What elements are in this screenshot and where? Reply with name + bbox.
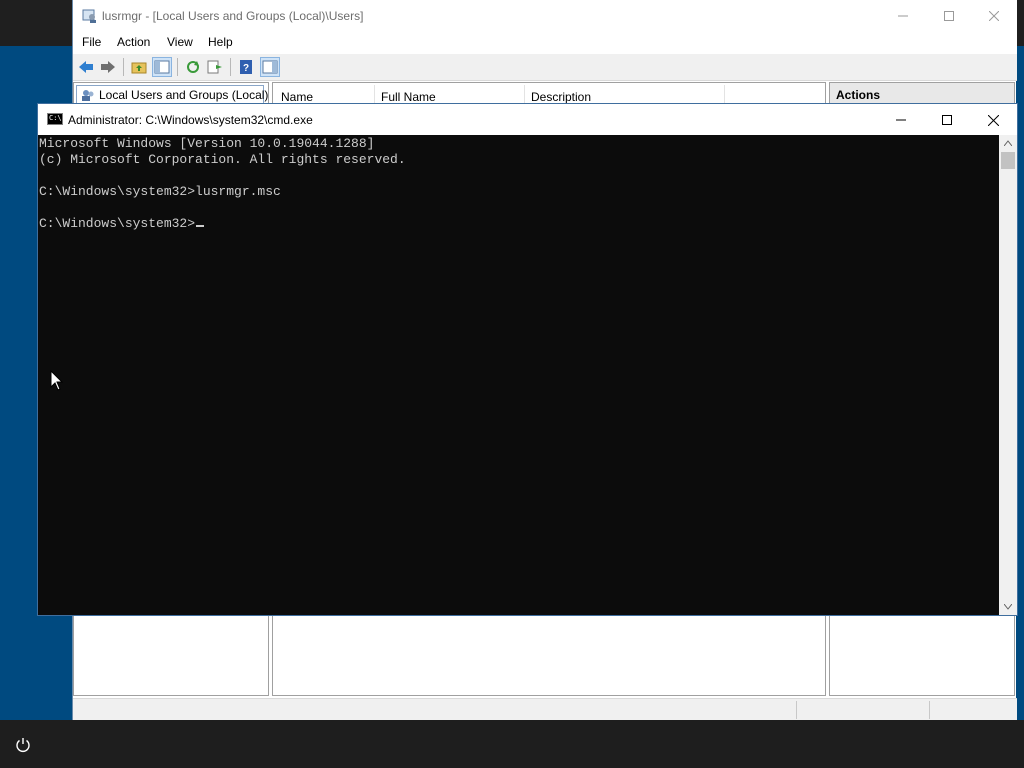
console-prompt: C:\Windows\system32>: [39, 216, 196, 231]
menu-view[interactable]: View: [167, 35, 193, 49]
toolbar-separator: [177, 58, 178, 76]
cmd-maximize-button[interactable]: [924, 104, 970, 136]
mouse-pointer-icon: [50, 370, 64, 391]
console-output[interactable]: Microsoft Windows [Version 10.0.19044.12…: [38, 135, 999, 615]
maximize-icon: [944, 11, 954, 21]
menu-file[interactable]: File: [82, 35, 101, 49]
minimize-icon: [896, 119, 906, 121]
console-line: C:\Windows\system32>lusrmgr.msc: [39, 184, 281, 199]
desktop-background-right: [1016, 0, 1024, 46]
cmd-app-icon: C:\: [47, 113, 63, 125]
text-cursor: [196, 225, 205, 227]
cmd-close-button[interactable]: [970, 104, 1016, 136]
users-folder-icon: [82, 90, 94, 101]
cmd-window-title: Administrator: C:\Windows\system32\cmd.e…: [68, 113, 313, 127]
console-line: Microsoft Windows [Version 10.0.19044.12…: [39, 136, 375, 151]
show-hide-action-pane-button[interactable]: [260, 57, 280, 77]
back-button[interactable]: [76, 57, 96, 77]
help-icon: ?: [240, 60, 252, 74]
refresh-button[interactable]: [183, 57, 203, 77]
taskbar: [0, 720, 1024, 768]
mmc-close-button[interactable]: [971, 0, 1017, 32]
mmc-maximize-button[interactable]: [926, 0, 972, 32]
up-folder-icon: [131, 62, 147, 74]
back-arrow-icon: [79, 61, 93, 73]
toolbar: ?: [73, 54, 1017, 81]
scroll-down-arrow-icon[interactable]: [1004, 604, 1012, 610]
menu-bar: File Action View Help: [73, 32, 1017, 55]
menu-action[interactable]: Action: [117, 35, 150, 49]
svg-text:?: ?: [243, 63, 249, 74]
status-bar-divider: [796, 701, 797, 719]
help-button[interactable]: ?: [236, 57, 256, 77]
actions-header: Actions: [830, 83, 1014, 105]
console-scrollbar[interactable]: [999, 135, 1017, 615]
desktop-background-top: [0, 0, 72, 46]
scroll-up-arrow-icon[interactable]: [1004, 140, 1012, 146]
show-hide-tree-icon: [154, 60, 170, 74]
status-bar-divider: [929, 701, 930, 719]
menu-help[interactable]: Help: [208, 35, 233, 49]
export-list-icon: [207, 60, 222, 74]
cmd-titlebar[interactable]: C:\ Administrator: C:\Windows\system32\c…: [38, 104, 1017, 135]
maximize-icon: [942, 115, 952, 125]
console-prompt-line[interactable]: C:\Windows\system32>: [39, 216, 205, 231]
mmc-minimize-button[interactable]: [880, 0, 926, 32]
console-line: (c) Microsoft Corporation. All rights re…: [39, 152, 406, 167]
close-icon: [987, 114, 999, 126]
refresh-icon: [187, 61, 199, 73]
action-pane-icon: [262, 60, 278, 74]
status-bar: [73, 698, 1017, 721]
show-hide-console-tree-button[interactable]: [152, 57, 172, 77]
close-icon: [989, 11, 999, 21]
mmc-titlebar[interactable]: lusrmgr - [Local Users and Groups (Local…: [73, 0, 1017, 32]
scrollbar-thumb[interactable]: [1001, 152, 1015, 169]
tree-item-local-users-and-groups[interactable]: Local Users and Groups (Local): [76, 85, 268, 105]
cmd-minimize-button[interactable]: [878, 104, 924, 136]
up-one-level-button[interactable]: [129, 57, 149, 77]
export-list-button[interactable]: [205, 57, 225, 77]
minimize-icon: [898, 15, 908, 17]
cmd-window[interactable]: C:\ Administrator: C:\Windows\system32\c…: [38, 104, 1017, 615]
tree-item-label: Local Users and Groups (Local): [99, 88, 269, 102]
forward-arrow-icon: [101, 61, 115, 73]
toolbar-separator: [123, 58, 124, 76]
mmc-window-title: lusrmgr - [Local Users and Groups (Local…: [102, 9, 364, 23]
power-icon[interactable]: [14, 736, 32, 754]
mmc-app-icon: [82, 9, 96, 23]
forward-button[interactable]: [98, 57, 118, 77]
toolbar-separator: [230, 58, 231, 76]
